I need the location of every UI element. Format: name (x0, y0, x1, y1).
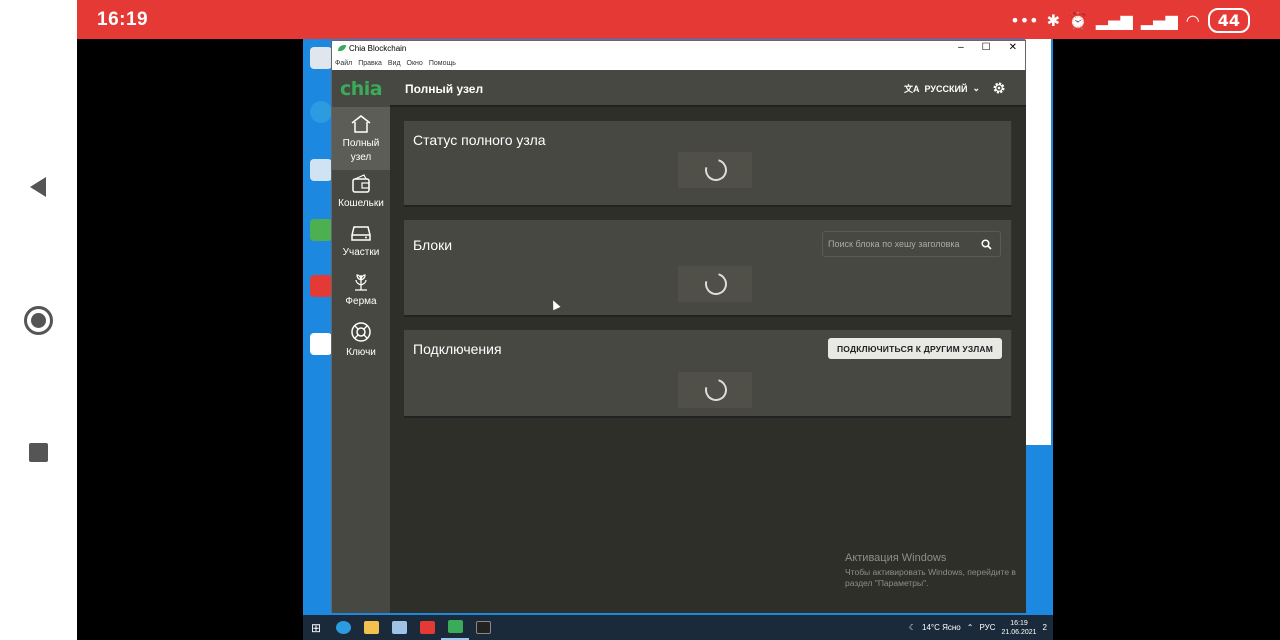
tray-lang[interactable]: РУС (979, 623, 995, 632)
window-title: Chia Blockchain (349, 44, 407, 53)
alarm-icon: ⏰ (1068, 10, 1088, 30)
menu-edit[interactable]: Правка (358, 60, 382, 67)
chia-logo: chia (339, 77, 383, 100)
close-button[interactable]: ✕ (1009, 42, 1017, 53)
sidebar-item-label: Ключи (346, 347, 376, 358)
taskbar-explorer[interactable] (357, 615, 385, 640)
status-icons: ••• ✱ ⏰ ▂▄▆ ▂▄▆ ◠ 44 (1010, 7, 1250, 33)
language-label: РУССКИЙ (924, 83, 968, 94)
desktop-icon-anydesk[interactable] (309, 275, 333, 299)
menu-help[interactable]: Помощь (429, 60, 456, 67)
phone-screen: 16:19 ••• ✱ ⏰ ▂▄▆ ▂▄▆ ◠ 44 ⊞ ☾ 14°C Ясно… (0, 0, 1280, 640)
taskbar-chia[interactable] (441, 615, 469, 640)
farm-icon (355, 274, 367, 291)
connections-card: Подключения ПОДКЛЮЧИТЬСЯ К ДРУГИМ УЗЛАМ (404, 330, 1012, 418)
chevron-down-icon: ⌄ (972, 83, 980, 93)
sidebar-item-farm[interactable]: Ферма (332, 272, 390, 316)
app-header: Полный узел 文A РУССКИЙ ⌄ (390, 70, 1026, 107)
chia-leaf-icon (338, 45, 346, 51)
connect-to-other-peers-button[interactable]: ПОДКЛЮЧИТЬСЯ К ДРУГИМ УЗЛАМ (827, 338, 1002, 359)
app-sidebar: chia Полный узел Кошельки Участки Ферма … (332, 70, 390, 613)
moon-icon: ☾ (908, 623, 917, 632)
sidebar-item-wallets[interactable]: Кошельки (332, 174, 390, 218)
menu-bar: Файл Правка Вид Окно Помощь (332, 57, 1025, 70)
home-icon (351, 115, 371, 133)
menu-view[interactable]: Вид (388, 60, 401, 67)
gear-icon[interactable] (992, 81, 1006, 95)
desktop-icon-chia-shortcut[interactable] (309, 47, 333, 71)
plots-icon (351, 226, 371, 241)
taskbar-edge[interactable] (329, 615, 357, 640)
sidebar-item-label: Кошельки (338, 198, 384, 209)
loading-placeholder (678, 152, 752, 188)
loading-spinner-icon (700, 154, 732, 186)
android-navigation-bar (0, 0, 77, 640)
block-search-field[interactable] (822, 231, 1001, 257)
activation-title: Активация Windows (845, 552, 947, 564)
blocks-card: Блоки (404, 220, 1012, 317)
bluetooth-icon: ✱ (1046, 10, 1060, 30)
activation-text: Чтобы активировать Windows, перейдите в … (845, 567, 1016, 588)
main-content: Статус полного узла Блоки Подключения ПО… (390, 107, 1026, 613)
maximize-button[interactable]: ☐ (982, 42, 991, 53)
block-search-input[interactable] (828, 239, 970, 249)
keys-icon (351, 322, 371, 342)
desktop-icon-minitool[interactable] (309, 219, 333, 243)
card-title: Статус полного узла (413, 132, 546, 148)
sidebar-item-label: Ферма (345, 296, 377, 307)
notifications-icon[interactable]: 2 (1043, 623, 1047, 632)
card-title: Подключения (413, 341, 502, 357)
signal-icon: ▂▄▆ (1095, 10, 1133, 30)
loading-placeholder (678, 266, 752, 302)
tray-clock[interactable]: 16:19 21.06.2021 (1002, 619, 1037, 637)
language-selector[interactable]: 文A РУССКИЙ ⌄ (904, 82, 980, 95)
chia-window: Chia Blockchain – ☐ ✕ Файл Правка Вид Ок… (331, 40, 1026, 613)
translate-icon: 文A (904, 84, 920, 94)
card-title: Блоки (413, 237, 453, 253)
desktop-icon-chia[interactable] (309, 333, 333, 357)
minimize-button[interactable]: – (958, 42, 964, 53)
search-icon[interactable] (981, 239, 992, 250)
loading-spinner-icon (700, 268, 732, 300)
full-node-status-card: Статус полного узла (404, 121, 1012, 207)
background-window (1025, 39, 1051, 445)
sidebar-item-keys[interactable]: Ключи (332, 321, 390, 365)
window-titlebar: Chia Blockchain – ☐ ✕ (332, 41, 1025, 57)
sidebar-item-label: Участки (342, 247, 380, 258)
loading-placeholder (678, 372, 752, 408)
taskbar-anydesk[interactable] (413, 615, 441, 640)
desktop-icon-edge[interactable] (309, 101, 333, 125)
recent-apps-button[interactable] (29, 443, 48, 462)
windows-activation-watermark: Активация Windows Чтобы активировать Win… (845, 552, 1025, 589)
windows-taskbar: ⊞ ☾ 14°C Ясно ⌃ РУС 16:19 21.06.2021 2 (303, 615, 1053, 640)
start-icon[interactable]: ⊞ (303, 615, 329, 640)
taskbar-network[interactable] (385, 615, 413, 640)
tray-time: 16:19 (1010, 619, 1028, 627)
menu-file[interactable]: Файл (335, 60, 352, 67)
weather-text: 14°C Ясно (922, 623, 961, 632)
tray-chevron-icon[interactable]: ⌃ (967, 623, 974, 632)
signal-icon: ▂▄▆ (1140, 10, 1178, 30)
more-icon: ••• (1010, 10, 1039, 30)
battery-indicator: 44 (1207, 7, 1250, 33)
sidebar-item-label: Полный узел (342, 138, 380, 163)
wifi-icon: ◠ (1185, 10, 1200, 30)
tray-date: 21.06.2021 (1001, 628, 1037, 636)
back-icon[interactable] (28, 177, 48, 197)
sidebar-item-full-node[interactable]: Полный узел (332, 107, 390, 170)
page-title: Полный узел (405, 82, 484, 96)
desktop-icon-this-pc[interactable] (309, 159, 333, 183)
taskbar-terminal[interactable] (469, 615, 497, 640)
system-tray: ☾ 14°C Ясно ⌃ РУС 16:19 21.06.2021 2 (909, 615, 1047, 640)
menu-window[interactable]: Окно (407, 60, 423, 67)
loading-spinner-icon (700, 374, 732, 406)
android-status-bar: 16:19 ••• ✱ ⏰ ▂▄▆ ▂▄▆ ◠ 44 (77, 0, 1280, 39)
status-time: 16:19 (97, 9, 149, 30)
sidebar-item-plots[interactable]: Участки (332, 223, 390, 267)
home-button[interactable] (24, 306, 53, 335)
wallet-icon (352, 174, 370, 193)
